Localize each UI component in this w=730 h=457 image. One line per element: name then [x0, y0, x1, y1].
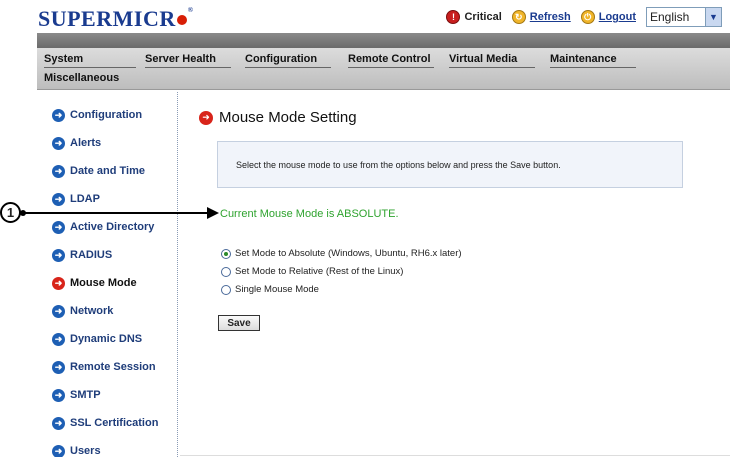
main-nav: System Server Health Configuration Remot…	[37, 48, 730, 90]
page-title: ➜ Mouse Mode Setting	[199, 109, 357, 126]
tab-label: Maintenance	[550, 53, 617, 65]
radio-absolute[interactable]: Set Mode to Absolute (Windows, Ubuntu, R…	[221, 248, 462, 259]
arrow-right-icon: ➜	[52, 164, 65, 178]
sidebar-item-radius[interactable]: ➜ RADIUS	[52, 246, 112, 264]
tab-underline	[550, 67, 636, 68]
sidebar-item-label: Mouse Mode	[70, 277, 137, 289]
sidebar-item-label: RADIUS	[70, 249, 113, 261]
sidebar-item-label: LDAP	[70, 193, 100, 205]
sidebar-item-remote-session[interactable]: ➜ Remote Session	[52, 358, 156, 376]
arrow-right-icon: ➜	[52, 416, 65, 430]
sidebar-item-ssl-certification[interactable]: ➜ SSL Certification	[52, 414, 158, 432]
logout-label[interactable]: Logout	[599, 11, 636, 23]
arrow-right-icon: ➜	[52, 304, 65, 318]
tab-configuration[interactable]: Configuration	[245, 53, 331, 68]
logo-registered-mark: ®	[187, 6, 194, 14]
sidebar-item-configuration[interactable]: ➜ Configuration	[52, 106, 142, 124]
sidebar: ➜ Configuration ➜ Alerts ➜ Date and Time ➜ L…	[37, 92, 178, 457]
tab-label: Server Health	[145, 53, 216, 65]
tab-system[interactable]: System	[44, 53, 136, 68]
page-title-text: Mouse Mode Setting	[219, 109, 357, 126]
radio-label: Single Mouse Mode	[235, 284, 319, 295]
tab-label: Configuration	[245, 53, 318, 65]
supermicro-logo: SUPERMICR ®	[38, 6, 193, 32]
sidebar-item-active-directory[interactable]: ➜ Active Directory	[52, 218, 154, 236]
radio-button-selected[interactable]	[221, 248, 231, 259]
radio-single-mouse[interactable]: Single Mouse Mode	[221, 284, 319, 295]
sidebar-item-date-and-time[interactable]: ➜ Date and Time	[52, 162, 145, 180]
arrow-right-icon: ➜	[52, 360, 65, 374]
arrow-right-icon: ➜	[52, 192, 65, 206]
arrow-right-icon: ➜	[52, 248, 65, 262]
sidebar-item-label: SMTP	[70, 389, 101, 401]
header-actions: ! Critical ↻ Refresh ⏻ Logout English ▼	[436, 7, 722, 27]
tab-label: Remote Control	[348, 53, 431, 65]
tab-server-health[interactable]: Server Health	[145, 53, 231, 68]
tab-underline	[145, 67, 231, 68]
radio-label: Set Mode to Absolute (Windows, Ubuntu, R…	[235, 248, 462, 259]
tab-virtual-media[interactable]: Virtual Media	[449, 53, 535, 68]
language-select[interactable]: English ▼	[646, 7, 722, 27]
critical-icon: !	[446, 10, 461, 24]
arrow-right-icon: ➜	[52, 444, 65, 457]
sidebar-item-label: Active Directory	[70, 221, 155, 233]
arrow-right-icon: ➜	[52, 388, 65, 402]
callout-number: 1	[0, 202, 21, 223]
language-value: English	[650, 10, 690, 24]
current-mode-status: Current Mouse Mode is ABSOLUTE.	[220, 208, 399, 220]
sidebar-item-label: Remote Session	[70, 361, 156, 373]
instructions-text: Select the mouse mode to use from the op…	[236, 160, 561, 170]
sidebar-item-users[interactable]: ➜ Users	[52, 442, 101, 457]
sidebar-item-label: Alerts	[70, 137, 102, 149]
chevron-down-icon[interactable]: ▼	[705, 8, 721, 26]
radio-button[interactable]	[221, 266, 231, 277]
arrow-right-icon: ➜	[52, 108, 65, 122]
tab-underline	[348, 67, 434, 68]
radio-label: Set Mode to Relative (Rest of the Linux)	[235, 266, 404, 277]
critical-status[interactable]: ! Critical	[446, 10, 502, 24]
arrow-right-icon: ➜	[199, 110, 213, 125]
sidebar-item-alerts[interactable]: ➜ Alerts	[52, 134, 101, 152]
nav-strip	[37, 33, 730, 48]
logo-text: SUPERMICR	[38, 6, 176, 31]
logo-dot-icon	[176, 15, 187, 25]
critical-label: Critical	[464, 11, 502, 23]
callout-line	[21, 212, 214, 214]
sidebar-item-label: Dynamic DNS	[70, 333, 143, 345]
sidebar-item-label: SSL Certification	[70, 417, 159, 429]
sidebar-item-mouse-mode[interactable]: ➜ Mouse Mode	[52, 274, 137, 292]
tab-maintenance[interactable]: Maintenance	[550, 53, 636, 68]
sidebar-item-ldap[interactable]: ➜ LDAP	[52, 190, 100, 208]
tab-underline	[245, 67, 331, 68]
sidebar-item-label: Network	[70, 305, 114, 317]
tab-underline	[44, 67, 136, 68]
radio-button[interactable]	[221, 284, 231, 295]
arrow-right-icon: ➜	[52, 332, 65, 346]
tab-remote-control[interactable]: Remote Control	[348, 53, 434, 68]
tab-label: System	[44, 53, 84, 65]
logout-link[interactable]: ⏻ Logout	[580, 10, 636, 24]
instructions-box: Select the mouse mode to use from the op…	[217, 141, 683, 188]
tab-miscellaneous[interactable]: Miscellaneous	[44, 72, 119, 84]
footer-divider	[180, 455, 730, 456]
callout-arrowhead-icon	[207, 207, 219, 219]
sidebar-item-label: Date and Time	[70, 165, 145, 177]
logout-icon: ⏻	[580, 10, 595, 24]
sidebar-item-smtp[interactable]: ➜ SMTP	[52, 386, 101, 404]
tab-underline	[449, 67, 535, 68]
sidebar-item-label: Configuration	[70, 109, 143, 121]
arrow-right-icon: ➜	[52, 136, 65, 150]
tab-label: Miscellaneous	[44, 72, 120, 84]
tab-label: Virtual Media	[449, 53, 518, 65]
arrow-right-icon: ➜	[52, 276, 65, 290]
sidebar-item-network[interactable]: ➜ Network	[52, 302, 113, 320]
radio-relative[interactable]: Set Mode to Relative (Rest of the Linux)	[221, 266, 403, 277]
arrow-right-icon: ➜	[52, 220, 65, 234]
refresh-label[interactable]: Refresh	[530, 11, 571, 23]
save-button[interactable]: Save	[218, 315, 260, 331]
refresh-link[interactable]: ↻ Refresh	[511, 10, 571, 24]
refresh-icon: ↻	[511, 10, 526, 24]
sidebar-item-label: Users	[70, 445, 101, 457]
sidebar-item-dynamic-dns[interactable]: ➜ Dynamic DNS	[52, 330, 142, 348]
